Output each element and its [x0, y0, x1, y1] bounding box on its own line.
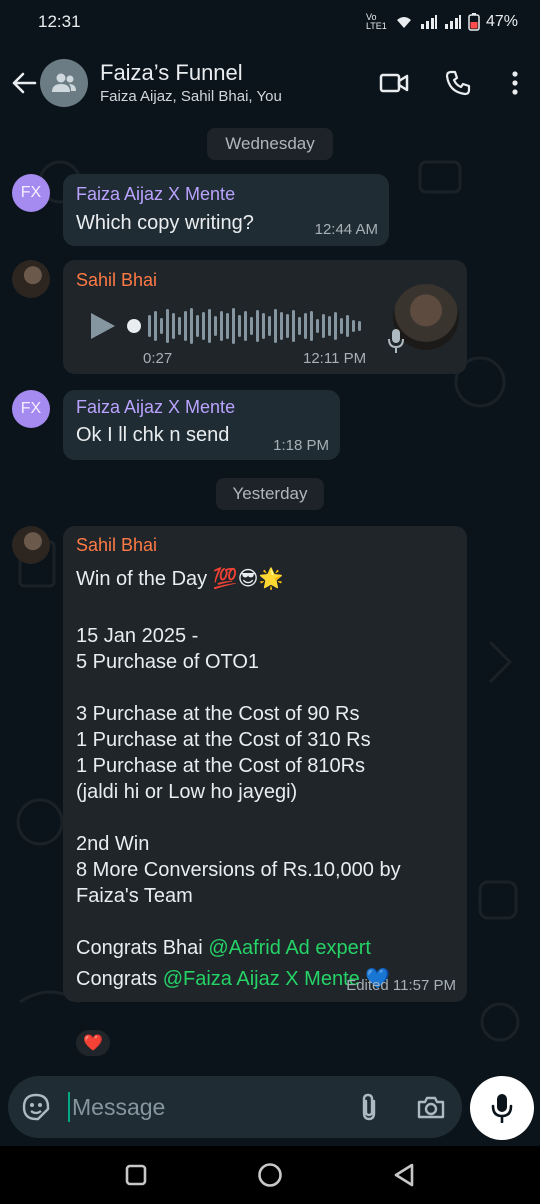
camera-button[interactable] [400, 1095, 462, 1119]
message-bubble[interactable]: Faiza Aijaz X Mente Ok I ll chk n send 1… [63, 390, 340, 460]
message-sender: Faiza Aijaz X Mente [76, 397, 236, 417]
network-label: Vo LTE1 [365, 12, 387, 31]
playhead[interactable] [127, 319, 141, 333]
message-line: Congrats @Faiza Aijaz X Mente 💙 [76, 966, 390, 992]
message-text: Ok I ll chk n send [76, 424, 230, 446]
attach-button[interactable] [338, 1092, 400, 1122]
mic-icon [388, 329, 404, 353]
more-icon [512, 71, 518, 95]
message-time: 1:18 PM [273, 437, 329, 454]
date-chip-yesterday: Yesterday [216, 478, 324, 510]
mention-link[interactable]: @Aafrid Ad expert [208, 937, 371, 959]
back-arrow-icon [12, 72, 37, 94]
message-time: 12:11 PM [303, 350, 367, 367]
video-call-button[interactable] [362, 59, 426, 107]
phone-icon [445, 70, 471, 96]
message-line: 2nd Win [76, 833, 150, 855]
sticker-icon [22, 1093, 50, 1121]
recents-icon[interactable] [125, 1164, 147, 1186]
message-input[interactable]: Message [68, 1092, 338, 1122]
voice-duration: 0:27 [143, 350, 173, 367]
date-chip-wednesday: Wednesday [207, 128, 333, 160]
avatar[interactable]: FX [12, 390, 50, 428]
play-icon[interactable] [87, 311, 117, 341]
heart-reaction: ❤️ [83, 1035, 103, 1052]
system-nav-bar [0, 1146, 540, 1204]
message-reaction[interactable]: ❤️ [74, 1028, 112, 1058]
message-line: Win of the Day 💯😎🌟 [76, 568, 284, 590]
status-bar: 12:31 Vo LTE1 47% [0, 0, 540, 44]
voice-player [87, 304, 361, 348]
back-button[interactable] [4, 59, 44, 107]
message-line: 3 Purchase at the Cost of 90 Rs [76, 703, 360, 725]
message-line: 8 More Conversions of Rs.10,000 by [76, 859, 401, 881]
status-time: 12:31 [38, 12, 81, 31]
group-avatar[interactable] [40, 59, 88, 107]
attach-icon [362, 1093, 376, 1121]
message-line: 1 Purchase at the Cost of 310 Rs [76, 729, 371, 751]
message-line: (jaldi hi or Low ho jayegi) [76, 781, 298, 803]
video-call-icon [379, 73, 409, 93]
line-text: Congrats Bhai [76, 937, 203, 959]
signal-icon-2 [444, 15, 461, 29]
sticker-button[interactable] [8, 1093, 64, 1121]
message-line: 1 Purchase at the Cost of 810Rs [76, 755, 366, 777]
message-bubble[interactable]: Faiza Aijaz X Mente Which copy writing? … [63, 174, 389, 246]
voice-record-button[interactable] [470, 1076, 534, 1140]
chat-title: Faiza’s Funnel [100, 60, 243, 85]
back-icon[interactable] [393, 1163, 415, 1187]
message-line: Faiza's Team [76, 885, 193, 907]
chat-area[interactable]: Wednesday FX Faiza Aijaz X Mente Which c… [0, 122, 540, 1082]
mention-link[interactable]: @Faiza Aijaz X Mente [163, 968, 360, 990]
avatar[interactable] [12, 526, 50, 564]
voice-message-bubble[interactable]: Sahil Bhai 0:27 12:11 PM [63, 260, 467, 374]
voice-call-button[interactable] [426, 59, 490, 107]
message-time: 12:44 AM [314, 221, 378, 238]
header-actions [362, 59, 540, 107]
home-icon[interactable] [257, 1162, 283, 1188]
wifi-icon [396, 17, 411, 28]
date-label: Wednesday [225, 134, 315, 153]
avatar-initials: FX [20, 184, 42, 201]
date-label: Yesterday [232, 484, 308, 503]
message-time: Edited 11:57 PM [346, 977, 456, 994]
avatar[interactable]: FX [12, 174, 50, 212]
chat-title-area[interactable]: Faiza’s Funnel Faiza Aijaz, Sahil Bhai, … [100, 59, 282, 107]
avatar-initials: FX [20, 400, 42, 417]
message-sender: Sahil Bhai [76, 535, 158, 555]
message-line: 5 Purchase of OTO1 [76, 651, 260, 673]
group-icon [52, 73, 76, 92]
voice-waveform[interactable] [127, 304, 361, 348]
status-icons: Vo LTE1 47% [366, 13, 518, 31]
message-sender: Faiza Aijaz X Mente [76, 184, 236, 204]
chat-header: Faiza’s Funnel Faiza Aijaz, Sahil Bhai, … [0, 44, 540, 122]
mic-icon [491, 1094, 513, 1123]
message-text: Which copy writing? [76, 212, 254, 234]
battery-icon [468, 13, 480, 31]
message-bubble[interactable]: Sahil Bhai Win of the Day 💯😎🌟 15 Jan 202… [63, 526, 467, 1002]
line-text: Congrats [76, 968, 158, 990]
battery-percent: 47% [485, 13, 518, 30]
message-composer: Message [8, 1076, 462, 1138]
avatar[interactable] [12, 260, 50, 298]
signal-icon [420, 15, 437, 29]
message-line: Congrats Bhai @Aafrid Ad expert [76, 935, 371, 961]
message-line: 15 Jan 2025 - [76, 625, 199, 647]
chat-members: Faiza Aijaz, Sahil Bhai, You [100, 88, 282, 105]
more-options-button[interactable] [490, 59, 540, 107]
camera-icon [417, 1096, 445, 1119]
message-sender: Sahil Bhai [76, 270, 158, 290]
